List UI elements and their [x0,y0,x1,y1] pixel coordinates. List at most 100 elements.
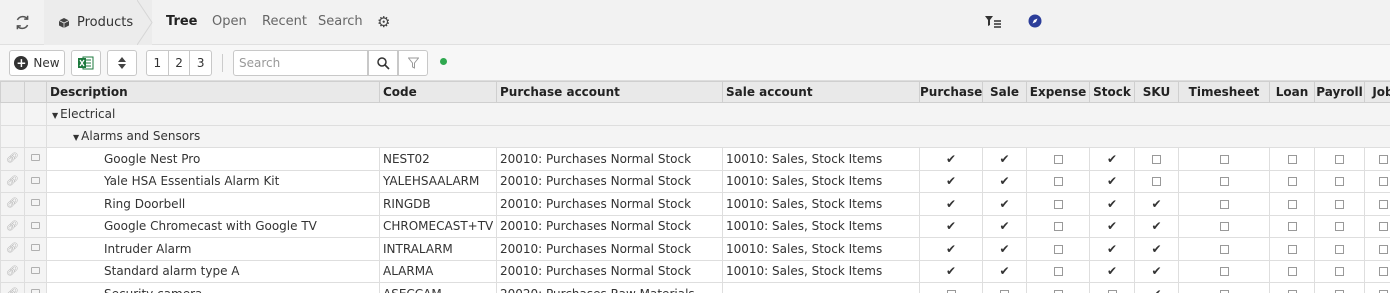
code-cell[interactable]: CHROMECAST+TV [379,214,497,238]
timesheet-flag-cell[interactable] [1178,192,1270,216]
tab-search[interactable]: Search [318,14,363,29]
sku-flag-cell[interactable] [1134,169,1179,193]
job-flag-cell[interactable] [1364,282,1390,293]
timesheet-flag-cell[interactable] [1178,282,1270,293]
sku-flag-cell[interactable]: ✔ [1134,237,1179,261]
purchase-flag-cell[interactable]: ✔ [919,237,983,261]
code-cell[interactable]: YALEHSAALARM [379,169,497,193]
table-row[interactable]: 🔗︎ Intruder Alarm INTRALARM 20010: Purchase… [0,237,1390,261]
new-button[interactable]: + New [9,50,65,76]
sku-flag-cell[interactable]: ✔ [1134,192,1179,216]
expense-flag-cell[interactable] [1026,147,1090,171]
timesheet-flag-cell[interactable] [1178,214,1270,238]
expense-flag-cell[interactable] [1026,237,1090,261]
loan-flag-cell[interactable] [1269,214,1315,238]
comment-cell[interactable] [24,214,47,238]
loan-flag-cell[interactable] [1269,169,1315,193]
expense-flag-cell[interactable] [1026,259,1090,283]
attachment-cell[interactable]: 🔗︎ [0,147,25,171]
comment-icon[interactable] [31,176,40,184]
col-loan[interactable]: Loan [1269,81,1315,103]
sku-flag-cell[interactable]: ✔ [1134,214,1179,238]
purchase-account-cell[interactable]: 20010: Purchases Normal Stock [496,169,723,193]
description-cell[interactable]: Ring Doorbell [46,192,380,216]
expand-triangle-icon[interactable]: ▼ [52,111,58,120]
expand-triangle-icon[interactable]: ▼ [73,133,79,142]
col-sku[interactable]: SKU [1134,81,1179,103]
payroll-flag-cell[interactable] [1314,214,1365,238]
sale-account-cell[interactable]: 10010: Sales, Stock Items [722,237,920,261]
expense-flag-cell[interactable] [1026,192,1090,216]
comment-cell[interactable] [24,169,47,193]
timesheet-flag-cell[interactable] [1178,237,1270,261]
paperclip-icon[interactable]: 🔗︎ [6,153,19,164]
page-1-button[interactable]: 1 [147,51,169,75]
code-cell[interactable]: ALARMA [379,259,497,283]
comment-cell[interactable] [24,282,47,293]
table-row[interactable]: 🔗︎ Google Nest Pro NEST02 20010: Purchases … [0,147,1390,171]
timesheet-flag-cell[interactable] [1178,169,1270,193]
purchase-account-cell[interactable]: 20010: Purchases Normal Stock [496,214,723,238]
gear-icon[interactable]: ⚙ [377,15,392,30]
sort-button[interactable] [107,50,137,76]
tab-recent[interactable]: Recent [262,14,307,29]
attachment-cell[interactable]: 🔗︎ [0,237,25,261]
stock-flag-cell[interactable]: ✔ [1089,237,1135,261]
comment-icon[interactable] [31,289,40,293]
col-timesheet[interactable]: Timesheet [1178,81,1270,103]
excel-export-button[interactable] [71,50,101,76]
page-2-button[interactable]: 2 [169,51,191,75]
col-job[interactable]: Job [1364,81,1390,103]
paperclip-icon[interactable]: 🔗︎ [6,266,19,277]
payroll-flag-cell[interactable] [1314,192,1365,216]
compass-icon[interactable] [1028,14,1042,28]
attachment-cell[interactable]: 🔗︎ [0,192,25,216]
paperclip-icon[interactable]: 🔗︎ [6,221,19,232]
comment-cell[interactable] [24,237,47,261]
col-purchase[interactable]: Purchase [919,81,983,103]
description-cell[interactable]: Google Nest Pro [46,147,380,171]
sale-account-cell[interactable]: 10010: Sales, Stock Items [722,169,920,193]
col-code[interactable]: Code [379,81,497,103]
loan-flag-cell[interactable] [1269,282,1315,293]
filter-list-icon[interactable] [985,15,1001,29]
comment-icon[interactable] [31,154,40,162]
col-description[interactable]: Description [46,81,380,103]
payroll-flag-cell[interactable] [1314,147,1365,171]
description-cell[interactable]: Yale HSA Essentials Alarm Kit [46,169,380,193]
table-row[interactable]: 🔗︎ Yale HSA Essentials Alarm Kit YALEHSAAL… [0,169,1390,193]
group-row-alarms[interactable]: ▼ Alarms and Sensors [0,124,1390,148]
table-row[interactable]: 🔗︎ Security cameraASECCAM20020: Purchases… [0,282,1390,293]
expense-flag-cell[interactable] [1026,282,1090,293]
comment-icon[interactable] [31,221,40,229]
comment-icon[interactable] [31,244,40,252]
sale-flag-cell[interactable]: ✔ [982,237,1027,261]
payroll-flag-cell[interactable] [1314,169,1365,193]
page-3-button[interactable]: 3 [190,51,211,75]
code-cell[interactable]: RINGDB [379,192,497,216]
purchase-flag-cell[interactable]: ✔ [919,169,983,193]
sale-flag-cell[interactable]: ✔ [982,259,1027,283]
description-cell[interactable]: Security camera [46,282,380,293]
comment-cell[interactable] [24,259,47,283]
attachment-cell[interactable]: 🔗︎ [0,214,25,238]
loan-flag-cell[interactable] [1269,192,1315,216]
col-expense[interactable]: Expense [1026,81,1090,103]
expense-flag-cell[interactable] [1026,214,1090,238]
sale-flag-cell[interactable]: ✔ [982,169,1027,193]
stock-flag-cell[interactable]: ✔ [1089,192,1135,216]
col-sale-account[interactable]: Sale account [722,81,920,103]
job-flag-cell[interactable] [1364,237,1390,261]
sale-flag-cell[interactable]: ✔ [982,214,1027,238]
comment-cell[interactable] [24,192,47,216]
timesheet-flag-cell[interactable] [1178,147,1270,171]
description-cell[interactable]: Intruder Alarm [46,237,380,261]
paperclip-icon[interactable]: 🔗︎ [6,176,19,187]
timesheet-flag-cell[interactable] [1178,259,1270,283]
payroll-flag-cell[interactable] [1314,237,1365,261]
table-row[interactable]: 🔗︎ Standard alarm type A ALARMA 20010: Purc… [0,259,1390,283]
sale-account-cell[interactable]: 10010: Sales, Stock Items [722,259,920,283]
tab-tree[interactable]: Tree [166,14,197,29]
tab-open[interactable]: Open [212,14,247,29]
sku-flag-cell[interactable]: ✔ [1134,259,1179,283]
